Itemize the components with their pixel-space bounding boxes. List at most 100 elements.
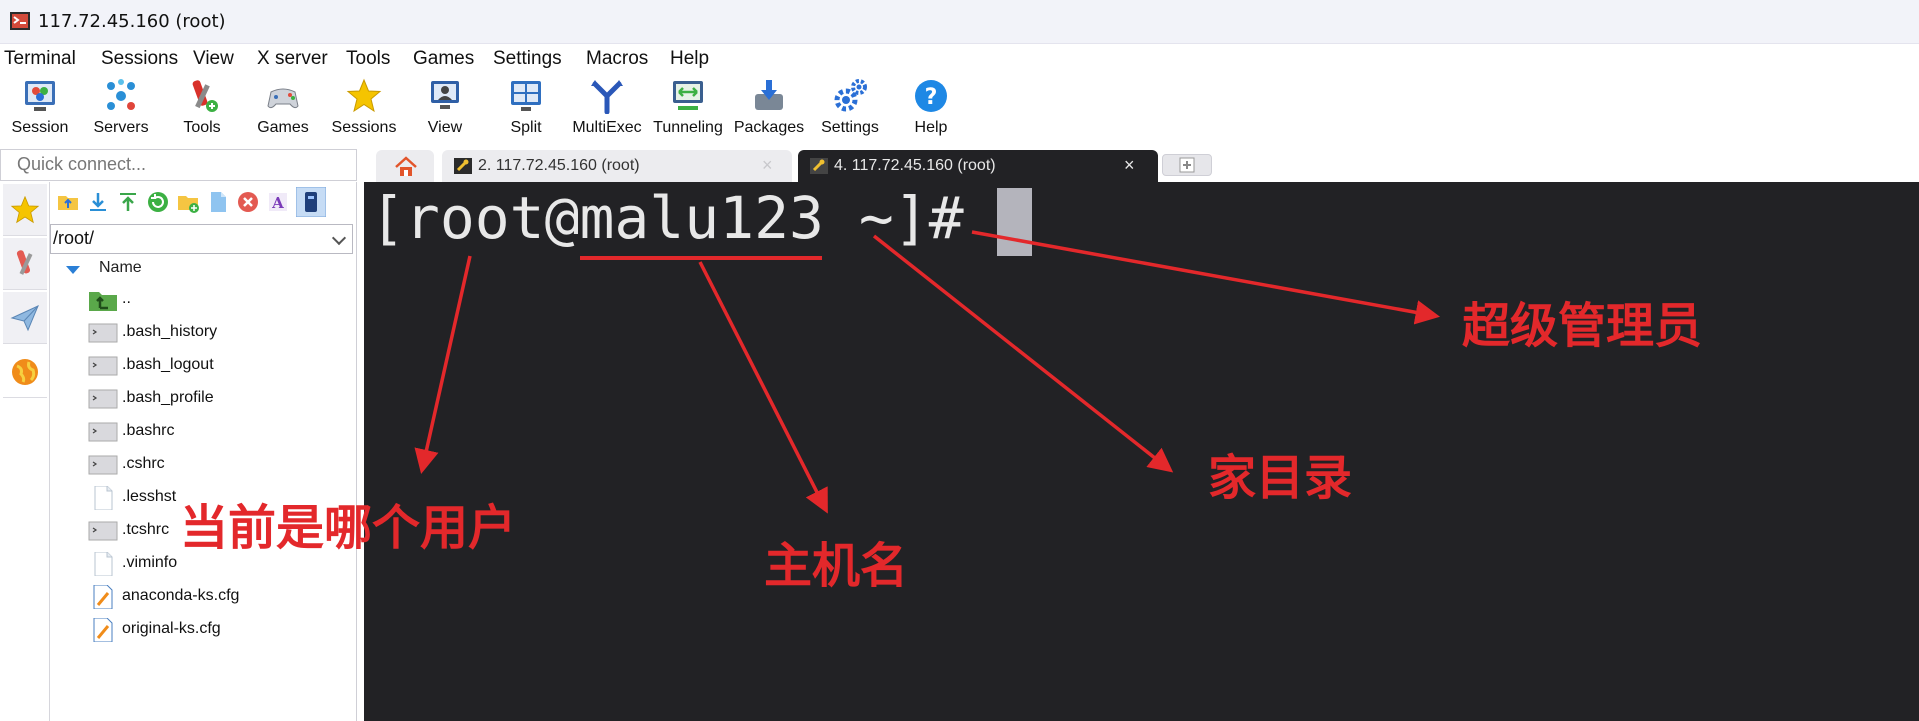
menu-sessions[interactable]: Sessions	[101, 48, 178, 70]
name-column-label: Name	[99, 259, 142, 276]
menu-bar: Terminal Sessions View X server Tools Ga…	[0, 44, 1919, 74]
plus-icon	[1179, 157, 1195, 173]
ssh-key-icon	[810, 158, 828, 174]
delete-icon[interactable]	[236, 190, 260, 214]
shell-prompt: [root@malu123 ~]#	[370, 184, 999, 252]
tab-session-2-close-icon[interactable]: ×	[762, 155, 773, 176]
menu-view[interactable]: View	[193, 48, 234, 70]
settings-icon	[834, 79, 867, 112]
list-item[interactable]: anaconda-ks.cfg	[50, 581, 353, 614]
multiexec-icon	[591, 80, 623, 114]
menu-settings[interactable]: Settings	[493, 48, 562, 70]
sidebar-macros-button[interactable]	[3, 346, 47, 398]
config-file-icon	[93, 585, 113, 609]
list-item[interactable]: original-ks.cfg	[50, 614, 353, 647]
menu-help[interactable]: Help	[670, 48, 709, 70]
file-name: .lesshst	[122, 488, 177, 505]
help-label: Help	[914, 119, 948, 136]
list-item[interactable]: .bash_logout	[50, 350, 353, 383]
file-name: original-ks.cfg	[122, 620, 221, 637]
sort-triangle-icon	[66, 266, 80, 274]
help-button[interactable]: ? Help	[891, 76, 971, 144]
multiexec-button[interactable]: MultiExec	[567, 76, 647, 144]
tools-icon	[16, 250, 33, 275]
split-button[interactable]: Split	[486, 76, 566, 144]
new-file-icon[interactable]	[206, 190, 230, 214]
servers-icon	[107, 79, 135, 110]
shell-file-icon	[88, 356, 118, 376]
follow-terminal-icon[interactable]	[296, 187, 326, 217]
tunneling-button[interactable]: Tunneling	[648, 76, 728, 144]
tab-row: Quick connect... 2. 117.72.45.160 (root)…	[0, 148, 1919, 182]
settings-label: Settings	[821, 119, 879, 136]
menu-macros[interactable]: Macros	[586, 48, 648, 70]
sftp-path-input[interactable]: /root/	[50, 224, 353, 254]
file-name: .cshrc	[122, 455, 165, 472]
sidebar-sftp-button[interactable]	[3, 292, 47, 344]
sidebar-sessions-button[interactable]	[3, 184, 47, 236]
shell-file-icon	[88, 422, 118, 442]
quick-connect-input[interactable]: Quick connect...	[0, 149, 357, 181]
menu-tools[interactable]: Tools	[346, 48, 390, 70]
annotation-hostname: 主机名	[764, 538, 909, 594]
settings-button[interactable]: Settings	[810, 76, 890, 144]
menu-terminal[interactable]: Terminal	[4, 48, 76, 70]
list-item[interactable]: .bash_profile	[50, 383, 353, 416]
chevron-down-icon[interactable]	[331, 230, 347, 246]
tab-session-4-close-icon[interactable]: ×	[1124, 155, 1135, 176]
annotation-user: 当前是哪个用户	[180, 500, 517, 556]
file-name: .bash_logout	[122, 356, 214, 373]
list-item[interactable]: .bash_history	[50, 317, 353, 350]
list-item[interactable]: .cshrc	[50, 449, 353, 482]
games-label: Games	[257, 119, 309, 136]
sidebar-tools-button[interactable]	[3, 238, 47, 290]
file-name: .bash_history	[122, 323, 218, 340]
menu-x-server[interactable]: X server	[257, 48, 328, 70]
list-item[interactable]: .bashrc	[50, 416, 353, 449]
download-icon[interactable]	[86, 190, 110, 214]
tools-button[interactable]: Tools	[162, 76, 242, 144]
svg-text:A: A	[271, 194, 284, 212]
mobaxterm-window: 117.72.45.160 (root) Terminal Sessions V…	[0, 0, 1919, 721]
shell-file-icon	[88, 455, 118, 475]
rename-icon[interactable]: A	[266, 190, 290, 214]
document-icon	[94, 486, 113, 510]
tools-label: Tools	[183, 119, 221, 136]
servers-button[interactable]: Servers	[81, 76, 161, 144]
session-button[interactable]: Session	[0, 76, 80, 144]
new-folder-icon[interactable]	[176, 190, 200, 214]
parent-folder-icon[interactable]	[56, 190, 80, 214]
tab-session-2[interactable]: 2. 117.72.45.160 (root) ×	[442, 150, 792, 182]
star-icon	[10, 196, 40, 224]
paper-plane-icon	[10, 305, 39, 332]
games-icon	[267, 88, 299, 109]
sftp-path-text: /root/	[53, 228, 95, 248]
name-column-header[interactable]: Name	[50, 256, 353, 282]
sessions-label: Sessions	[331, 119, 397, 136]
tab-session-4[interactable]: 4. 117.72.45.160 (root) ×	[798, 150, 1158, 182]
document-icon	[94, 552, 113, 576]
new-tab-button[interactable]	[1162, 154, 1212, 176]
file-name: .tcshrc	[122, 521, 170, 538]
parent-folder-icon	[89, 292, 117, 311]
home-tab[interactable]	[376, 150, 434, 182]
terminal-area[interactable]: [root@malu123 ~]#	[364, 182, 1919, 721]
svg-text:?: ?	[925, 85, 938, 110]
shell-file-icon	[88, 389, 118, 409]
session-label: Session	[11, 119, 69, 136]
sftp-panel: A /root/ Name .. .bash_history .bash_log…	[50, 182, 357, 721]
upload-icon[interactable]	[116, 190, 140, 214]
games-button[interactable]: Games	[243, 76, 323, 144]
menu-games[interactable]: Games	[413, 48, 474, 70]
view-button[interactable]: View	[405, 76, 485, 144]
refresh-icon[interactable]	[146, 190, 170, 214]
packages-label: Packages	[733, 119, 805, 136]
sessions-button[interactable]: Sessions	[324, 76, 404, 144]
split-label: Split	[510, 119, 542, 136]
app-icon	[10, 12, 30, 30]
tab-session-2-label: 2. 117.72.45.160 (root)	[478, 157, 640, 174]
packages-button[interactable]: Packages	[729, 76, 809, 144]
view-icon	[431, 81, 459, 109]
multiexec-label: MultiExec	[572, 119, 642, 136]
list-item[interactable]: ..	[50, 284, 353, 317]
